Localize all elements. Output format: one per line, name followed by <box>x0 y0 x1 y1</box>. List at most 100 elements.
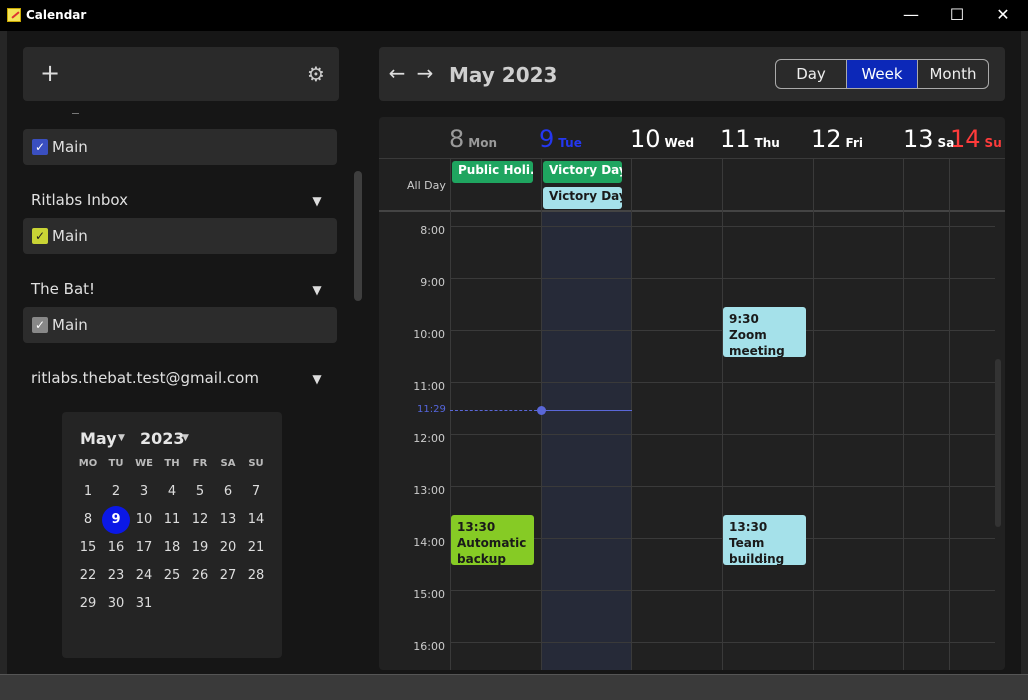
view-month-button[interactable]: Month <box>917 60 988 88</box>
arrow-left-icon[interactable]: ← <box>385 61 409 85</box>
day-header[interactable]: 14 Su <box>950 125 1002 155</box>
mini-calendar-day[interactable]: 26 <box>186 562 214 590</box>
calendar-label: Main <box>52 138 88 156</box>
event[interactable]: 13:30 Automatic backup <box>451 515 534 565</box>
mini-calendar-day[interactable]: 31 <box>130 590 158 618</box>
calendar-app-icon <box>7 8 21 22</box>
event-time: 13:30 <box>729 520 768 534</box>
sidebar-toolbar: + ⚙ <box>23 47 339 101</box>
day-header[interactable]: 11 Thu <box>720 125 780 155</box>
mini-month-select[interactable]: May <box>80 429 117 448</box>
mini-calendar-day[interactable]: 22 <box>74 562 102 590</box>
current-time-marker <box>537 406 546 415</box>
day-number: 8 <box>449 125 465 153</box>
all-day-event[interactable]: Public Holi... <box>452 161 533 183</box>
time-label: 8:00 <box>420 224 445 237</box>
day-header[interactable]: 10 Wed <box>630 125 694 155</box>
mini-calendar-day[interactable]: 12 <box>186 506 214 534</box>
day-name: Mon <box>468 136 498 150</box>
day-column-divider <box>903 159 904 670</box>
mini-calendar-day[interactable]: 9 <box>102 506 130 534</box>
mini-calendar-day[interactable]: 5 <box>186 478 214 506</box>
minimize-button[interactable]: — <box>888 0 934 31</box>
mini-calendar-day[interactable]: 2 <box>102 478 130 506</box>
hour-line <box>450 590 995 591</box>
resize-handle[interactable] <box>760 561 769 563</box>
chevron-down-icon[interactable]: ▼ <box>307 191 327 211</box>
maximize-button[interactable]: ☐ <box>934 0 980 31</box>
main-panel: ← → May 2023 Day Week Month 8 Mon 9 Tue 10 We… <box>367 31 1021 674</box>
account-ritlabs-inbox[interactable]: Ritlabs Inbox <box>31 191 128 209</box>
gear-icon[interactable]: ⚙ <box>301 59 331 89</box>
mini-calendar-day[interactable]: 20 <box>214 534 242 562</box>
account-the-bat[interactable]: The Bat! <box>31 280 95 298</box>
mini-calendar-day[interactable]: 13 <box>214 506 242 534</box>
mini-calendar-day[interactable]: 17 <box>130 534 158 562</box>
mini-calendar-day[interactable]: 30 <box>102 590 130 618</box>
mini-calendar-day[interactable]: 21 <box>242 534 270 562</box>
mini-year-select[interactable]: 2023 <box>140 429 185 448</box>
mini-calendar-day[interactable]: 7 <box>242 478 270 506</box>
mini-calendar-day[interactable]: 6 <box>214 478 242 506</box>
weekday-label: FR <box>192 458 208 469</box>
checkbox-checked-icon[interactable]: ✓ <box>32 228 48 244</box>
calendar-label: Main <box>52 316 88 334</box>
mini-calendar-day[interactable]: 16 <box>102 534 130 562</box>
chevron-down-icon[interactable]: ▼ <box>307 369 327 389</box>
title-bar: Calendar — ☐ ✕ <box>0 0 1028 31</box>
calendar-row-main[interactable]: ✓ Main <box>23 218 337 254</box>
event-title: Public Holi... <box>458 163 533 177</box>
view-week-button[interactable]: Week <box>846 60 917 88</box>
sidebar-scrollbar[interactable] <box>354 171 362 301</box>
day-column-divider <box>722 159 723 670</box>
all-day-event[interactable]: Victory Day <box>543 187 622 209</box>
mini-calendar-day[interactable]: 10 <box>130 506 158 534</box>
week-grid: 8 Mon 9 Tue 10 Wed 11 Thu 12 Fri 13 Sa 14 Su All Day … <box>379 117 1005 670</box>
add-event-button[interactable]: + <box>35 57 65 91</box>
day-header[interactable]: 8 Mon <box>449 125 497 155</box>
time-label: 16:00 <box>413 640 445 653</box>
mini-calendar-day[interactable]: 1 <box>74 478 102 506</box>
mini-calendar-day[interactable]: 18 <box>158 534 186 562</box>
mini-calendar-day[interactable]: 11 <box>158 506 186 534</box>
calendar-row-main[interactable]: ✓ Main <box>23 307 337 343</box>
event[interactable]: 13:30 Team building <box>723 515 806 565</box>
chevron-down-icon[interactable]: ▼ <box>307 280 327 300</box>
mini-calendar-day[interactable]: 15 <box>74 534 102 562</box>
hour-line <box>450 226 995 227</box>
day-number: 13 <box>903 125 934 153</box>
checkbox-checked-icon[interactable]: ✓ <box>32 317 48 333</box>
arrow-right-icon[interactable]: → <box>413 61 437 85</box>
mini-calendar-day[interactable]: 14 <box>242 506 270 534</box>
grid-scrollbar[interactable] <box>995 359 1001 527</box>
chevron-down-icon[interactable]: ▼ <box>118 433 125 443</box>
weekday-label: TH <box>164 458 180 469</box>
day-header[interactable]: 13 Sa <box>903 125 954 155</box>
mini-calendar-day[interactable]: 25 <box>158 562 186 590</box>
mini-calendar-day[interactable]: 23 <box>102 562 130 590</box>
chevron-down-icon[interactable]: ▼ <box>182 433 189 443</box>
mini-calendar-day[interactable]: 4 <box>158 478 186 506</box>
time-label: 13:00 <box>413 484 445 497</box>
view-day-button[interactable]: Day <box>776 60 846 88</box>
checkbox-checked-icon[interactable]: ✓ <box>32 139 48 155</box>
resize-handle[interactable] <box>488 561 497 563</box>
all-day-event[interactable]: Victory Day <box>543 161 622 183</box>
account-gmail[interactable]: ritlabs.thebat.test@gmail.com <box>31 369 259 387</box>
day-header[interactable]: 9 Tue <box>539 125 582 155</box>
close-button[interactable]: ✕ <box>980 0 1026 31</box>
mini-calendar-day[interactable]: 8 <box>74 506 102 534</box>
current-time-line <box>542 410 632 411</box>
day-header[interactable]: 12 Fri <box>811 125 863 155</box>
calendar-row-main[interactable]: ✓ Main <box>23 129 337 165</box>
mini-calendar-day[interactable]: 28 <box>242 562 270 590</box>
resize-handle[interactable] <box>760 353 769 355</box>
mini-calendar-day[interactable]: 29 <box>74 590 102 618</box>
mini-calendar-day[interactable]: 27 <box>214 562 242 590</box>
event-title: Zoom meeting <box>729 328 785 357</box>
mini-calendar-day[interactable]: 24 <box>130 562 158 590</box>
mini-calendar-day[interactable]: 19 <box>186 534 214 562</box>
mini-calendar-day[interactable]: 3 <box>130 478 158 506</box>
event-title: Victory Day <box>549 189 622 203</box>
event[interactable]: 9:30 Zoom meeting <box>723 307 806 357</box>
